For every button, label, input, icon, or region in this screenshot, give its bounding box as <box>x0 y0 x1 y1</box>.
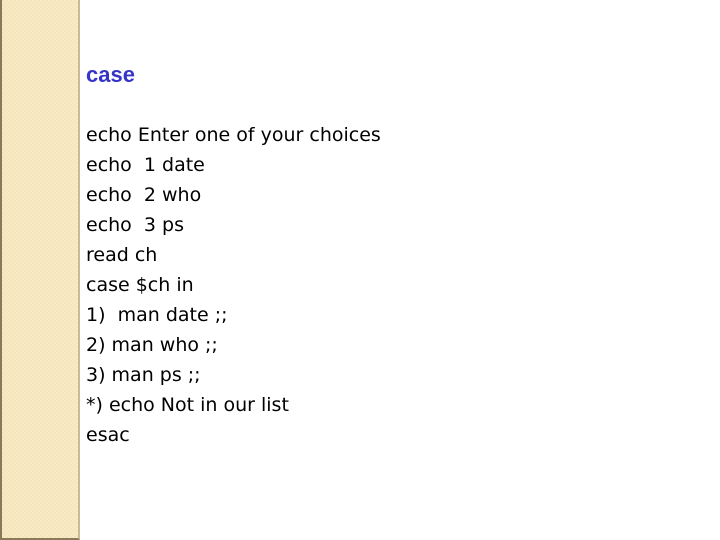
decorative-sidebar <box>0 0 80 540</box>
code-line: 1) man date ;; <box>86 304 228 326</box>
code-listing: echo Enter one of your choices echo 1 da… <box>86 120 381 450</box>
code-line: case $ch in <box>86 274 194 296</box>
code-line: 2) man who ;; <box>86 334 218 356</box>
code-line: 3) man ps ;; <box>86 364 201 386</box>
code-line: esac <box>86 424 130 446</box>
code-line: echo Enter one of your choices <box>86 124 381 146</box>
code-line: echo 2 who <box>86 184 202 206</box>
code-line: *) echo Not in our list <box>86 394 289 416</box>
slide-title: case <box>86 62 135 87</box>
code-line: read ch <box>86 244 158 266</box>
code-line: echo 3 ps <box>86 214 184 236</box>
slide: case echo Enter one of your choices echo… <box>0 0 720 540</box>
code-line: echo 1 date <box>86 154 205 176</box>
